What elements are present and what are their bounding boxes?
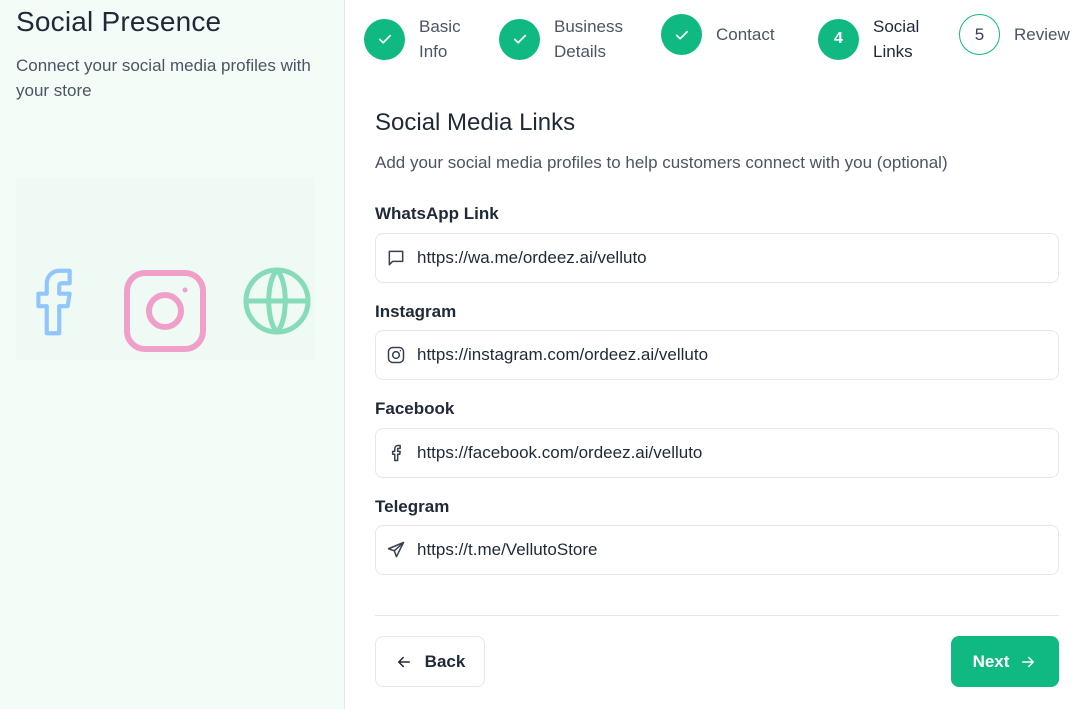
arrow-right-icon	[1022, 656, 1035, 667]
step-contact[interactable]: Contact	[661, 14, 775, 55]
back-button-label: Back	[424, 651, 466, 671]
send-icon	[386, 540, 406, 560]
form-description: Add your social media profiles to help c…	[375, 153, 948, 172]
step-basic-info[interactable]: Basic Info	[364, 14, 479, 64]
step-number-circle: 4	[818, 18, 859, 60]
step-number: 5	[974, 24, 985, 44]
whatsapp-input[interactable]	[417, 234, 1058, 282]
facebook-field	[375, 428, 1059, 478]
check-icon	[378, 34, 391, 44]
globe-icon	[243, 267, 311, 335]
facebook-icon	[386, 443, 406, 463]
instagram-field	[375, 330, 1059, 380]
arrow-left-icon	[397, 656, 410, 667]
step-check-circle	[364, 18, 405, 60]
telegram-field	[375, 525, 1059, 575]
check-icon	[513, 34, 526, 44]
social-illustration	[16, 178, 314, 360]
instagram-icon	[386, 345, 406, 365]
whatsapp-label: WhatsApp Link	[375, 204, 499, 223]
instagram-label: Instagram	[375, 302, 457, 321]
instagram-icon	[124, 270, 206, 352]
step-number: 4	[834, 30, 843, 47]
left-title: Social Presence	[16, 6, 222, 37]
back-button[interactable]: Back	[375, 636, 485, 687]
stepper: Basic Info Business Details Contact 4 So…	[345, 0, 1087, 80]
step-check-circle	[499, 18, 540, 60]
step-number-circle: 5	[959, 14, 1000, 55]
facebook-input[interactable]	[417, 429, 1058, 477]
step-label: Contact	[716, 25, 775, 44]
step-social-links[interactable]: 4 Social Links	[818, 14, 923, 64]
next-button[interactable]: Next	[951, 636, 1059, 687]
step-label: Review	[1014, 25, 1070, 44]
step-label: Basic Info	[419, 17, 461, 61]
step-business-details[interactable]: Business Details	[499, 14, 634, 64]
form-title: Social Media Links	[375, 109, 576, 136]
facebook-label: Facebook	[375, 399, 455, 418]
telegram-input[interactable]	[417, 526, 1058, 574]
telegram-label: Telegram	[375, 497, 450, 516]
left-panel: Social Presence Connect your social medi…	[0, 0, 345, 709]
next-button-label: Next	[972, 651, 1010, 671]
step-review[interactable]: 5 Review	[959, 14, 1070, 55]
left-subtitle: Connect your social media profiles with …	[16, 56, 311, 100]
message-square-icon	[386, 248, 406, 268]
step-label: Business Details	[554, 17, 623, 61]
instagram-input[interactable]	[417, 331, 1058, 379]
step-label: Social Links	[873, 17, 920, 61]
whatsapp-field	[375, 233, 1059, 283]
step-check-circle	[661, 14, 702, 55]
facebook-icon	[36, 268, 72, 336]
check-icon	[675, 30, 688, 40]
right-panel: Basic Info Business Details Contact 4 So…	[345, 0, 1087, 709]
form-divider	[375, 615, 1059, 616]
